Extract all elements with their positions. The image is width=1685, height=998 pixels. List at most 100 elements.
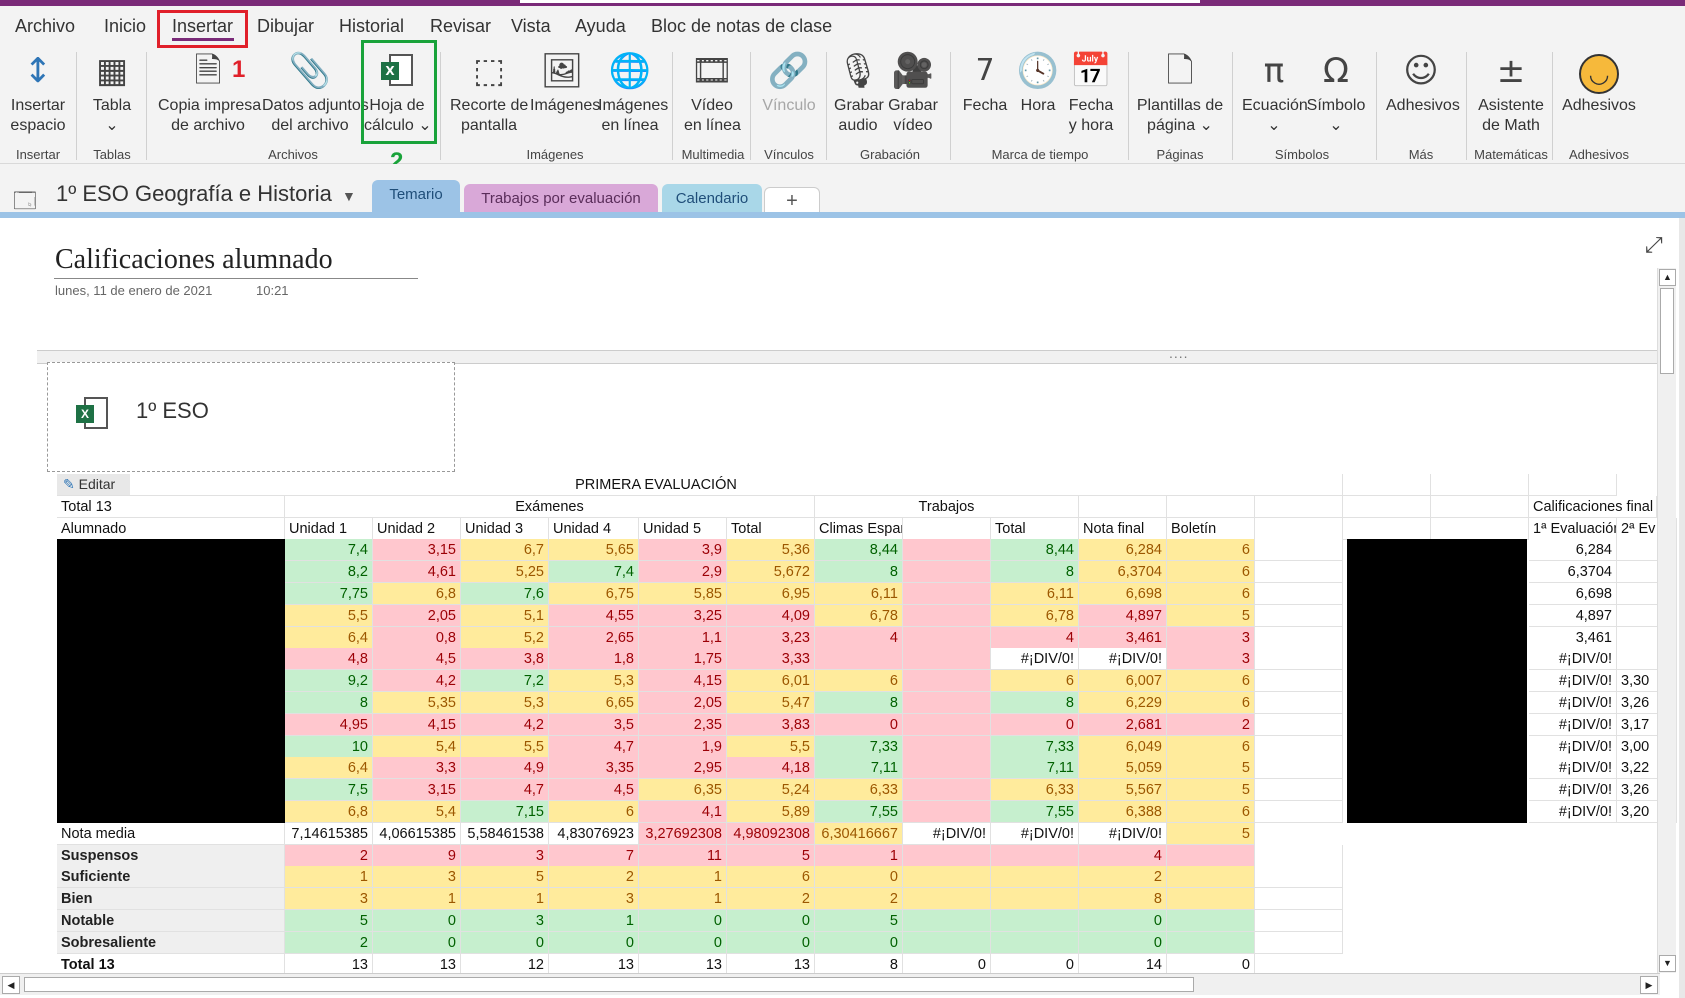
column-header[interactable]: Unidad 1 (285, 517, 373, 540)
embedded-file-box[interactable] (47, 362, 455, 472)
grade-cell[interactable]: 6,049 (1079, 735, 1167, 758)
empty-cell[interactable] (1255, 931, 1343, 954)
expand-icon[interactable]: ⤢ (1645, 232, 1663, 258)
grade-cell[interactable]: 4 (815, 626, 903, 649)
grade-cell[interactable]: 7,75 (285, 583, 373, 605)
grade-cell[interactable]: 6 (1167, 801, 1255, 823)
stat-cell[interactable]: 9 (373, 844, 461, 867)
grade-cell[interactable] (903, 735, 991, 758)
grade-cell[interactable]: 2,9 (639, 561, 727, 584)
stat-cell[interactable]: 1 (461, 888, 549, 911)
average-cell[interactable]: 7,14615385 (285, 822, 373, 845)
average-cell[interactable]: 6,30416667 (815, 822, 903, 845)
stat-cell[interactable]: 0 (639, 931, 727, 954)
empty-cell[interactable] (1255, 670, 1343, 693)
eval1-cell[interactable]: #¡DIV/0! (1529, 648, 1617, 671)
grade-cell[interactable]: 8,2 (285, 561, 373, 584)
grade-cell[interactable]: 6,229 (1079, 692, 1167, 714)
grade-cell[interactable]: 6,3704 (1079, 561, 1167, 584)
grade-cell[interactable]: 6,75 (549, 583, 639, 605)
stat-cell[interactable]: 2 (1079, 866, 1167, 889)
grade-cell[interactable]: 8 (815, 692, 903, 714)
column-header[interactable]: Total (991, 517, 1079, 540)
stat-cell[interactable]: 11 (639, 844, 727, 867)
grade-cell[interactable]: 6,78 (991, 604, 1079, 627)
grade-cell[interactable]: 6 (549, 801, 639, 823)
grade-cell[interactable]: #¡DIV/0! (991, 648, 1079, 671)
section-tab-trabajos[interactable]: Trabajos por evaluación (464, 184, 658, 214)
grade-cell[interactable]: 7,2 (461, 670, 549, 693)
empty-cell[interactable] (1255, 561, 1343, 584)
stat-cell[interactable]: 2 (285, 931, 373, 954)
grade-cell[interactable]: 4,7 (461, 779, 549, 802)
grade-cell[interactable]: 3,15 (373, 539, 461, 562)
stat-cell[interactable]: 5 (461, 866, 549, 889)
grade-cell[interactable]: 4,1 (639, 801, 727, 823)
stat-cell[interactable]: 2 (285, 844, 373, 867)
grade-cell[interactable]: 3,9 (639, 539, 727, 562)
empty-cell[interactable] (1431, 474, 1529, 496)
grade-cell[interactable]: 7,5 (285, 779, 373, 802)
grade-cell[interactable]: 6 (815, 670, 903, 693)
grade-cell[interactable]: 6,284 (1079, 539, 1167, 562)
empty-cell[interactable] (1255, 474, 1343, 496)
stat-cell[interactable]: 2 (727, 888, 815, 911)
plantillas-pagina-button[interactable]: 🗋 Plantillas de página ⌄ (1134, 50, 1226, 136)
grade-cell[interactable]: 8 (991, 561, 1079, 584)
average-cell[interactable]: 5 (1167, 822, 1255, 845)
grade-cell[interactable]: 6 (1167, 692, 1255, 714)
grade-cell[interactable]: 4,8 (285, 648, 373, 671)
notebook-title[interactable]: 1º ESO Geografía e Historia (56, 181, 332, 207)
grade-cell[interactable]: 1,9 (639, 735, 727, 758)
grade-cell[interactable]: 7,4 (549, 561, 639, 584)
stat-cell[interactable] (1167, 910, 1255, 932)
grade-cell[interactable]: 3,461 (1079, 626, 1167, 649)
grade-cell[interactable]: 4,55 (549, 604, 639, 627)
grade-cell[interactable]: 4,15 (373, 713, 461, 736)
grade-cell[interactable]: 8,44 (991, 539, 1079, 562)
stat-cell[interactable]: 0 (727, 910, 815, 932)
empty-cell[interactable] (1255, 757, 1343, 780)
empty-cell[interactable] (1255, 626, 1343, 649)
grade-cell[interactable]: 6,78 (815, 604, 903, 627)
eval1-cell[interactable]: #¡DIV/0! (1529, 670, 1617, 693)
add-section-tab[interactable]: + (764, 187, 820, 214)
stat-cell[interactable] (1167, 931, 1255, 954)
stat-cell[interactable]: 1 (639, 866, 727, 889)
stat-cell[interactable] (903, 866, 991, 889)
grade-cell[interactable]: 6 (991, 670, 1079, 693)
empty-cell[interactable] (1255, 779, 1343, 802)
grabar-video-button[interactable]: 🎥 Grabar vídeo (888, 50, 938, 136)
grade-cell[interactable]: 3,8 (461, 648, 549, 671)
grade-cell[interactable]: 5,3 (461, 692, 549, 714)
header-calificaciones-finales[interactable]: Calificaciones final (1529, 495, 1657, 518)
grade-cell[interactable]: 5,5 (727, 735, 815, 758)
eval1-cell[interactable]: #¡DIV/0! (1529, 801, 1617, 823)
menu-revisar[interactable]: Revisar (430, 16, 491, 37)
empty-cell[interactable] (1255, 583, 1343, 605)
row-label-stat[interactable]: Sobresaliente (57, 931, 285, 954)
row-label-stat[interactable]: Bien (57, 888, 285, 911)
grade-cell[interactable]: 4,2 (461, 713, 549, 736)
eval1-cell[interactable]: 3,461 (1529, 626, 1617, 649)
grade-cell[interactable]: #¡DIV/0! (1079, 648, 1167, 671)
eval1-cell[interactable]: 6,698 (1529, 583, 1617, 605)
average-cell[interactable]: 3,27692308 (639, 822, 727, 845)
h-scroll-thumb[interactable] (24, 977, 1194, 992)
horizontal-scrollbar[interactable]: ◀ ▶ (0, 973, 1660, 995)
column-header[interactable]: Nota final (1079, 517, 1167, 540)
stat-cell[interactable]: 0 (815, 866, 903, 889)
stat-cell[interactable]: 7 (549, 844, 639, 867)
grade-cell[interactable]: 6 (1167, 539, 1255, 562)
menu-dibujar[interactable]: Dibujar (257, 16, 314, 37)
grade-cell[interactable]: 8,44 (815, 539, 903, 562)
grade-cell[interactable]: 4,5 (373, 648, 461, 671)
grade-cell[interactable]: 5,5 (285, 604, 373, 627)
ecuacion-button[interactable]: π Ecuación ⌄ (1242, 50, 1308, 136)
page-title[interactable]: Calificaciones alumnado (55, 244, 333, 276)
empty-cell[interactable] (1255, 517, 1343, 540)
grade-cell[interactable]: 6,4 (285, 626, 373, 649)
grade-cell[interactable]: 2,95 (639, 757, 727, 780)
grade-cell[interactable]: 8 (285, 692, 373, 714)
grade-cell[interactable]: 7,11 (991, 757, 1079, 780)
